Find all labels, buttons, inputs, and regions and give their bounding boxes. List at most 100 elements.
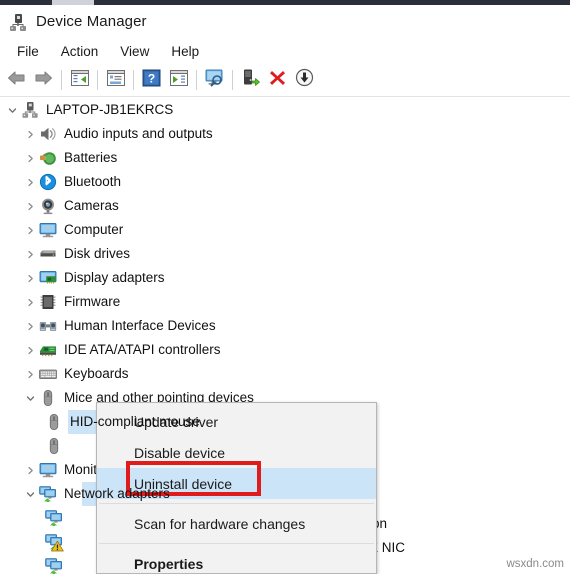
toolbar-separator-2	[97, 70, 98, 90]
keyboard-icon	[38, 364, 58, 384]
mouse-icon	[44, 436, 64, 456]
properties-button[interactable]	[102, 67, 129, 93]
toolbar-separator-4	[196, 70, 197, 90]
tree-item-label: Network adapters	[64, 486, 170, 502]
network-adapter-warning-icon	[44, 532, 64, 552]
update-driver-button[interactable]	[237, 67, 264, 93]
chevron-right-icon[interactable]	[22, 266, 38, 290]
chevron-down-icon[interactable]	[22, 386, 38, 410]
chevron-right-icon[interactable]	[22, 122, 38, 146]
toolbar-separator-1	[61, 70, 62, 90]
firmware-chip-icon	[38, 292, 58, 312]
help-button[interactable]: ?	[138, 67, 165, 93]
tree-item-label: Keyboards	[64, 366, 129, 382]
chevron-right-icon[interactable]	[22, 194, 38, 218]
tree-row-bluetooth[interactable]: Bluetooth	[0, 170, 570, 194]
watermark: wsxdn.com	[506, 558, 564, 570]
network-adapter-icon	[44, 508, 64, 528]
device-manager-window: Device Manager File Action View Help ? L…	[0, 0, 570, 574]
window-title: Device Manager	[36, 13, 147, 30]
chevron-right-icon[interactable]	[22, 290, 38, 314]
console-tree-icon	[70, 69, 90, 92]
chevron-right-icon[interactable]	[22, 362, 38, 386]
tree-row-display-adapters[interactable]: Display adapters	[0, 266, 570, 290]
properties-window-icon	[106, 69, 126, 92]
monitor-icon	[38, 460, 58, 480]
toolbar-separator-3	[133, 70, 134, 90]
context-menu-item-scan-for-hardware-changes[interactable]: Scan for hardware changes	[97, 508, 376, 539]
bluetooth-icon	[38, 172, 58, 192]
tree-item-label: Audio inputs and outputs	[64, 126, 213, 142]
disk-drive-icon	[38, 244, 58, 264]
action-pane-icon	[169, 69, 189, 92]
tree-row-cameras[interactable]: Cameras	[0, 194, 570, 218]
chevron-right-icon[interactable]	[22, 314, 38, 338]
tree-row-hid[interactable]: Human Interface Devices	[0, 314, 570, 338]
monitor-icon	[38, 220, 58, 240]
tree-row-computer[interactable]: Computer	[0, 218, 570, 242]
speaker-icon	[38, 124, 58, 144]
tree-item-label: Human Interface Devices	[64, 318, 216, 334]
tree-item-label: HID-compliant mouse	[70, 414, 200, 430]
tree-item-label: Computer	[64, 222, 124, 238]
chevron-right-icon[interactable]	[22, 218, 38, 242]
network-adapter-icon	[38, 484, 58, 504]
tree-row-firmware[interactable]: Firmware	[0, 290, 570, 314]
toolbar: ?	[0, 64, 570, 97]
down-arrow-circle-icon	[295, 68, 314, 92]
back-button[interactable]	[3, 67, 30, 93]
network-adapter-icon	[44, 556, 64, 574]
scan-monitor-icon	[204, 68, 226, 92]
toolbar-separator-5	[232, 70, 233, 90]
context-menu-separator	[99, 543, 374, 544]
context-menu-separator	[99, 503, 374, 504]
red-x-icon	[268, 68, 287, 92]
update-driver-icon	[241, 68, 261, 92]
scan-hardware-changes-button[interactable]	[201, 67, 228, 93]
chevron-right-icon[interactable]	[22, 242, 38, 266]
tree-item-label: Bluetooth	[64, 174, 122, 190]
chevron-down-icon[interactable]	[4, 98, 20, 122]
mouse-icon	[38, 388, 58, 408]
chevron-right-icon[interactable]	[22, 170, 38, 194]
menu-bar: File Action View Help	[0, 38, 570, 64]
tree-item-label: Batteries	[64, 150, 118, 166]
show-hide-console-tree-button[interactable]	[66, 67, 93, 93]
title-bar: Device Manager	[0, 5, 570, 38]
tree-row-keyboards[interactable]: Keyboards	[0, 362, 570, 386]
menu-file[interactable]: File	[6, 42, 50, 61]
tree-row-audio[interactable]: Audio inputs and outputs	[0, 122, 570, 146]
context-menu-item-properties[interactable]: Properties	[97, 548, 376, 574]
show-hide-action-pane-button[interactable]	[165, 67, 192, 93]
tree-item-label: Firmware	[64, 294, 121, 310]
chevron-right-icon[interactable]	[22, 146, 38, 170]
context-menu-item-disable-device[interactable]: Disable device	[97, 437, 376, 468]
tree-item-label: Cameras	[64, 198, 119, 214]
display-adapter-icon	[38, 268, 58, 288]
menu-view[interactable]: View	[109, 42, 160, 61]
back-arrow-icon	[6, 69, 27, 92]
tree-row-batteries[interactable]: Batteries	[0, 146, 570, 170]
device-manager-icon	[8, 12, 28, 32]
help-question-icon: ?	[142, 69, 161, 92]
tree-row-root[interactable]: LAPTOP-JB1EKRCS	[0, 98, 570, 122]
svg-text:?: ?	[148, 71, 155, 85]
tree-item-label: IDE ATA/ATAPI controllers	[64, 342, 221, 358]
tree-item-label: Disk drives	[64, 246, 131, 262]
camera-icon	[38, 196, 58, 216]
chevron-right-icon[interactable]	[22, 458, 38, 482]
mouse-icon	[44, 412, 64, 432]
ide-controller-icon	[38, 340, 58, 360]
forward-button[interactable]	[30, 67, 57, 93]
chevron-right-icon[interactable]	[22, 338, 38, 362]
tree-row-disk-drives[interactable]: Disk drives	[0, 242, 570, 266]
tree-item-label: Display adapters	[64, 270, 165, 286]
disable-device-button[interactable]	[291, 67, 318, 93]
menu-help[interactable]: Help	[160, 42, 210, 61]
uninstall-device-button[interactable]	[264, 67, 291, 93]
chevron-down-icon[interactable]	[22, 482, 38, 506]
menu-action[interactable]: Action	[50, 42, 110, 61]
battery-icon	[38, 148, 58, 168]
tree-row-ide-controllers[interactable]: IDE ATA/ATAPI controllers	[0, 338, 570, 362]
tree-root-label: LAPTOP-JB1EKRCS	[46, 102, 174, 118]
